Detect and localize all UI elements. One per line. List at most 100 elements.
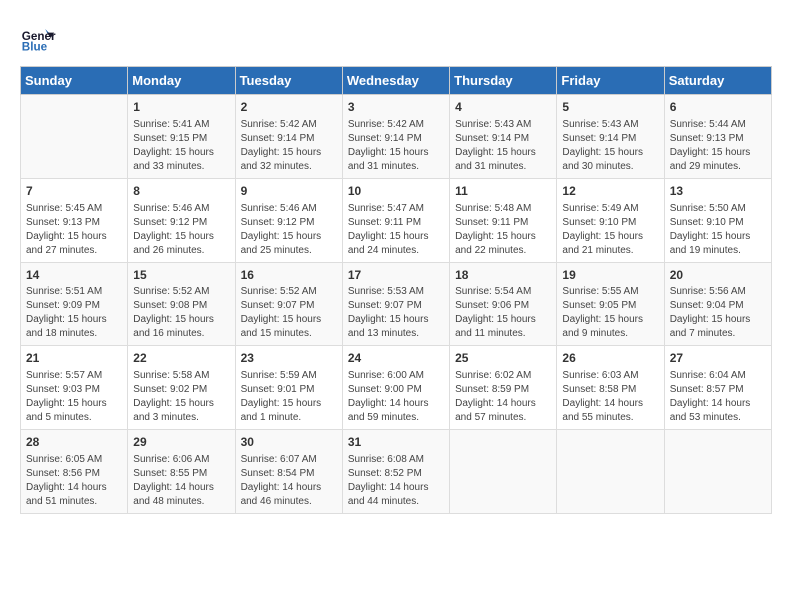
day-info: Sunrise: 5:56 AM Sunset: 9:04 PM Dayligh…: [670, 285, 766, 341]
day-info: Sunrise: 5:43 AM Sunset: 9:14 PM Dayligh…: [562, 118, 658, 174]
day-number: 18: [455, 267, 551, 284]
day-cell: 28 Sunrise: 6:05 AM Sunset: 8:56 PM Dayli…: [21, 430, 128, 514]
day-number: 21: [26, 350, 122, 367]
day-info: Sunrise: 5:52 AM Sunset: 9:08 PM Dayligh…: [133, 285, 229, 341]
day-cell: 20Sunrise: 5:56 AM Sunset: 9:04 PM Dayli…: [664, 262, 771, 346]
day-number: 13: [670, 183, 766, 200]
svg-text:Blue: Blue: [22, 41, 48, 54]
days-header-row: SundayMondayTuesdayWednesdayThursdayFrid…: [21, 67, 772, 95]
day-header-saturday: Saturday: [664, 67, 771, 95]
day-info: Sunrise: 5:46 AM Sunset: 9:12 PM Dayligh…: [241, 202, 337, 258]
day-cell: [664, 430, 771, 514]
week-row-2: 7 Sunrise: 5:45 AM Sunset: 9:13 PM Daylig…: [21, 178, 772, 262]
day-cell: [21, 95, 128, 179]
day-number: 27: [670, 350, 766, 367]
day-info: Sunrise: 5:45 AM Sunset: 9:13 PM Dayligh…: [26, 202, 122, 258]
day-number: 29: [133, 434, 229, 451]
page-header: General Blue: [20, 20, 772, 56]
day-cell: [450, 430, 557, 514]
day-cell: 14Sunrise: 5:51 AM Sunset: 9:09 PM Dayli…: [21, 262, 128, 346]
day-cell: 3 Sunrise: 5:42 AM Sunset: 9:14 PM Daylig…: [342, 95, 449, 179]
day-number: 4: [455, 99, 551, 116]
day-cell: 15Sunrise: 5:52 AM Sunset: 9:08 PM Dayli…: [128, 262, 235, 346]
week-row-4: 21 Sunrise: 5:57 AM Sunset: 9:03 PM Dayli…: [21, 346, 772, 430]
day-number: 24: [348, 350, 444, 367]
day-number: 31: [348, 434, 444, 451]
day-info: Sunrise: 5:53 AM Sunset: 9:07 PM Dayligh…: [348, 285, 444, 341]
day-info: Sunrise: 6:05 AM Sunset: 8:56 PM Dayligh…: [26, 453, 122, 509]
day-info: Sunrise: 5:59 AM Sunset: 9:01 PM Dayligh…: [241, 369, 337, 425]
day-number: 12: [562, 183, 658, 200]
day-number: 28: [26, 434, 122, 451]
day-info: Sunrise: 6:04 AM Sunset: 8:57 PM Dayligh…: [670, 369, 766, 425]
day-info: Sunrise: 5:42 AM Sunset: 9:14 PM Dayligh…: [348, 118, 444, 174]
day-number: 6: [670, 99, 766, 116]
day-number: 26: [562, 350, 658, 367]
day-info: Sunrise: 6:07 AM Sunset: 8:54 PM Dayligh…: [241, 453, 337, 509]
day-cell: 8 Sunrise: 5:46 AM Sunset: 9:12 PM Daylig…: [128, 178, 235, 262]
day-info: Sunrise: 5:47 AM Sunset: 9:11 PM Dayligh…: [348, 202, 444, 258]
day-header-monday: Monday: [128, 67, 235, 95]
day-header-friday: Friday: [557, 67, 664, 95]
day-number: 15: [133, 267, 229, 284]
logo-icon: General Blue: [20, 20, 56, 56]
day-cell: 29 Sunrise: 6:06 AM Sunset: 8:55 PM Dayli…: [128, 430, 235, 514]
day-info: Sunrise: 6:06 AM Sunset: 8:55 PM Dayligh…: [133, 453, 229, 509]
day-cell: 31 Sunrise: 6:08 AM Sunset: 8:52 PM Dayli…: [342, 430, 449, 514]
day-cell: 10 Sunrise: 5:47 AM Sunset: 9:11 PM Dayli…: [342, 178, 449, 262]
day-cell: 7 Sunrise: 5:45 AM Sunset: 9:13 PM Daylig…: [21, 178, 128, 262]
day-header-tuesday: Tuesday: [235, 67, 342, 95]
day-info: Sunrise: 5:57 AM Sunset: 9:03 PM Dayligh…: [26, 369, 122, 425]
day-info: Sunrise: 5:48 AM Sunset: 9:11 PM Dayligh…: [455, 202, 551, 258]
week-row-3: 14Sunrise: 5:51 AM Sunset: 9:09 PM Dayli…: [21, 262, 772, 346]
day-info: Sunrise: 6:03 AM Sunset: 8:58 PM Dayligh…: [562, 369, 658, 425]
day-info: Sunrise: 5:54 AM Sunset: 9:06 PM Dayligh…: [455, 285, 551, 341]
day-info: Sunrise: 6:00 AM Sunset: 9:00 PM Dayligh…: [348, 369, 444, 425]
day-number: 14: [26, 267, 122, 284]
day-number: 17: [348, 267, 444, 284]
day-cell: 27 Sunrise: 6:04 AM Sunset: 8:57 PM Dayli…: [664, 346, 771, 430]
day-number: 7: [26, 183, 122, 200]
day-header-sunday: Sunday: [21, 67, 128, 95]
day-cell: 11 Sunrise: 5:48 AM Sunset: 9:11 PM Dayli…: [450, 178, 557, 262]
day-cell: 18Sunrise: 5:54 AM Sunset: 9:06 PM Dayli…: [450, 262, 557, 346]
day-number: 10: [348, 183, 444, 200]
day-number: 23: [241, 350, 337, 367]
day-number: 30: [241, 434, 337, 451]
day-info: Sunrise: 5:44 AM Sunset: 9:13 PM Dayligh…: [670, 118, 766, 174]
day-number: 19: [562, 267, 658, 284]
day-cell: 4Sunrise: 5:43 AM Sunset: 9:14 PM Daylig…: [450, 95, 557, 179]
day-cell: 12 Sunrise: 5:49 AM Sunset: 9:10 PM Dayli…: [557, 178, 664, 262]
day-cell: 22Sunrise: 5:58 AM Sunset: 9:02 PM Dayli…: [128, 346, 235, 430]
day-cell: 23 Sunrise: 5:59 AM Sunset: 9:01 PM Dayli…: [235, 346, 342, 430]
day-number: 3: [348, 99, 444, 116]
day-cell: 30 Sunrise: 6:07 AM Sunset: 8:54 PM Dayli…: [235, 430, 342, 514]
day-cell: 2Sunrise: 5:42 AM Sunset: 9:14 PM Daylig…: [235, 95, 342, 179]
day-header-thursday: Thursday: [450, 67, 557, 95]
day-number: 1: [133, 99, 229, 116]
day-cell: 26 Sunrise: 6:03 AM Sunset: 8:58 PM Dayli…: [557, 346, 664, 430]
day-cell: 9 Sunrise: 5:46 AM Sunset: 9:12 PM Daylig…: [235, 178, 342, 262]
day-number: 9: [241, 183, 337, 200]
day-number: 25: [455, 350, 551, 367]
day-info: Sunrise: 5:55 AM Sunset: 9:05 PM Dayligh…: [562, 285, 658, 341]
day-number: 20: [670, 267, 766, 284]
day-info: Sunrise: 5:49 AM Sunset: 9:10 PM Dayligh…: [562, 202, 658, 258]
day-number: 16: [241, 267, 337, 284]
day-number: 8: [133, 183, 229, 200]
day-cell: 24 Sunrise: 6:00 AM Sunset: 9:00 PM Dayli…: [342, 346, 449, 430]
day-info: Sunrise: 6:08 AM Sunset: 8:52 PM Dayligh…: [348, 453, 444, 509]
day-cell: 25Sunrise: 6:02 AM Sunset: 8:59 PM Dayli…: [450, 346, 557, 430]
day-number: 11: [455, 183, 551, 200]
day-info: Sunrise: 5:46 AM Sunset: 9:12 PM Dayligh…: [133, 202, 229, 258]
week-row-1: 1Sunrise: 5:41 AM Sunset: 9:15 PM Daylig…: [21, 95, 772, 179]
day-number: 22: [133, 350, 229, 367]
day-cell: 21 Sunrise: 5:57 AM Sunset: 9:03 PM Dayli…: [21, 346, 128, 430]
day-info: Sunrise: 5:51 AM Sunset: 9:09 PM Dayligh…: [26, 285, 122, 341]
day-cell: 5 Sunrise: 5:43 AM Sunset: 9:14 PM Daylig…: [557, 95, 664, 179]
logo: General Blue: [20, 20, 56, 56]
day-info: Sunrise: 5:52 AM Sunset: 9:07 PM Dayligh…: [241, 285, 337, 341]
week-row-5: 28 Sunrise: 6:05 AM Sunset: 8:56 PM Dayli…: [21, 430, 772, 514]
day-number: 5: [562, 99, 658, 116]
day-cell: 6 Sunrise: 5:44 AM Sunset: 9:13 PM Daylig…: [664, 95, 771, 179]
